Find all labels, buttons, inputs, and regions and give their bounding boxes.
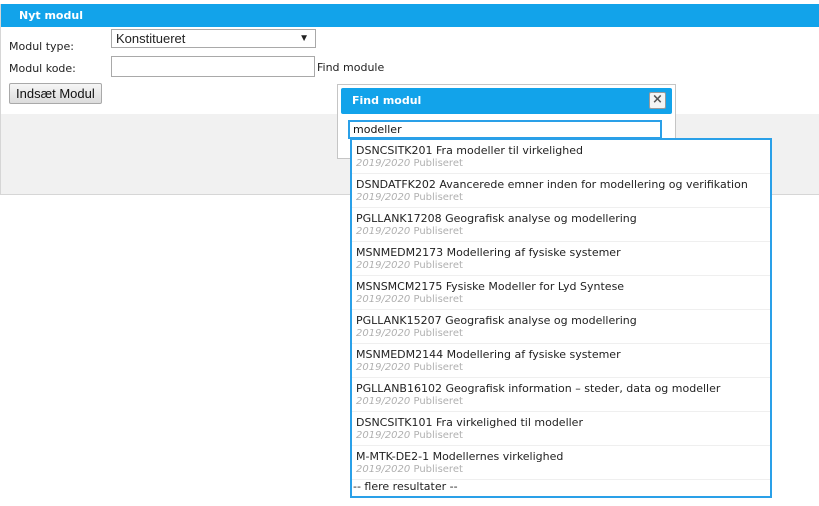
insert-module-button[interactable]: Indsæt Modul bbox=[9, 83, 102, 104]
result-title: MSNMEDM2144 Modellering af fysiske syste… bbox=[356, 348, 621, 361]
result-title: PGLLANB16102 Geografisk information – st… bbox=[356, 382, 721, 395]
result-title: MSNSMCM2175 Fysiske Modeller for Lyd Syn… bbox=[356, 280, 625, 293]
dialog-title-bar: Find modul × bbox=[341, 88, 672, 114]
result-title: DSNCSITK201 Fra modeller til virkelighed bbox=[356, 144, 583, 157]
result-meta: 2019/2020 Publiseret bbox=[356, 430, 463, 441]
result-meta: 2019/2020 Publiseret bbox=[356, 294, 463, 305]
more-results-link[interactable]: -- flere resultater -- bbox=[352, 480, 770, 493]
find-module-link[interactable]: Find module bbox=[317, 61, 384, 74]
result-item[interactable]: PGLLANK17208 Geografisk analyse og model… bbox=[352, 208, 770, 242]
dialog-title: Find modul bbox=[352, 94, 422, 107]
result-item[interactable]: DSNCSITK201 Fra modeller til virkelighed… bbox=[352, 140, 770, 174]
result-title: PGLLANK17208 Geografisk analyse og model… bbox=[356, 212, 637, 225]
result-meta: 2019/2020 Publiseret bbox=[356, 260, 463, 271]
result-title: DSNCSITK101 Fra virkelighed til modeller bbox=[356, 416, 583, 429]
result-title: PGLLANK15207 Geografisk analyse og model… bbox=[356, 314, 637, 327]
panel-title: Nyt modul bbox=[1, 4, 819, 27]
result-meta: 2019/2020 Publiseret bbox=[356, 158, 463, 169]
modul-kode-label: Modul kode: bbox=[9, 62, 76, 75]
result-item[interactable]: MSNSMCM2175 Fysiske Modeller for Lyd Syn… bbox=[352, 276, 770, 310]
result-meta: 2019/2020 Publiseret bbox=[356, 192, 463, 203]
modul-kode-input[interactable] bbox=[111, 56, 315, 77]
result-item[interactable]: PGLLANK15207 Geografisk analyse og model… bbox=[352, 310, 770, 344]
result-title: MSNMEDM2173 Modellering af fysiske syste… bbox=[356, 246, 621, 259]
modul-type-value: Konstitueret bbox=[116, 31, 186, 46]
result-title: M-MTK-DE2-1 Modellernes virkelighed bbox=[356, 450, 564, 463]
results-list: DSNCSITK201 Fra modeller til virkelighed… bbox=[350, 138, 772, 498]
result-item[interactable]: PGLLANB16102 Geografisk information – st… bbox=[352, 378, 770, 412]
result-item[interactable]: M-MTK-DE2-1 Modellernes virkelighed 2019… bbox=[352, 446, 770, 480]
result-item[interactable]: DSNDATFK202 Avancerede emner inden for m… bbox=[352, 174, 770, 208]
result-meta: 2019/2020 Publiseret bbox=[356, 328, 463, 339]
result-title: DSNDATFK202 Avancerede emner inden for m… bbox=[356, 178, 748, 191]
close-icon[interactable]: × bbox=[649, 92, 666, 109]
result-meta: 2019/2020 Publiseret bbox=[356, 464, 463, 475]
result-item[interactable]: MSNMEDM2144 Modellering af fysiske syste… bbox=[352, 344, 770, 378]
result-meta: 2019/2020 Publiseret bbox=[356, 396, 463, 407]
result-item[interactable]: DSNCSITK101 Fra virkelighed til modeller… bbox=[352, 412, 770, 446]
result-meta: 2019/2020 Publiseret bbox=[356, 362, 463, 373]
dropdown-arrow-icon: ▼ bbox=[299, 33, 309, 44]
modul-type-label: Modul type: bbox=[9, 40, 75, 53]
result-item[interactable]: MSNMEDM2173 Modellering af fysiske syste… bbox=[352, 242, 770, 276]
search-input[interactable]: modeller bbox=[348, 120, 662, 139]
modul-type-select[interactable]: Konstitueret ▼ bbox=[111, 29, 316, 48]
result-meta: 2019/2020 Publiseret bbox=[356, 226, 463, 237]
